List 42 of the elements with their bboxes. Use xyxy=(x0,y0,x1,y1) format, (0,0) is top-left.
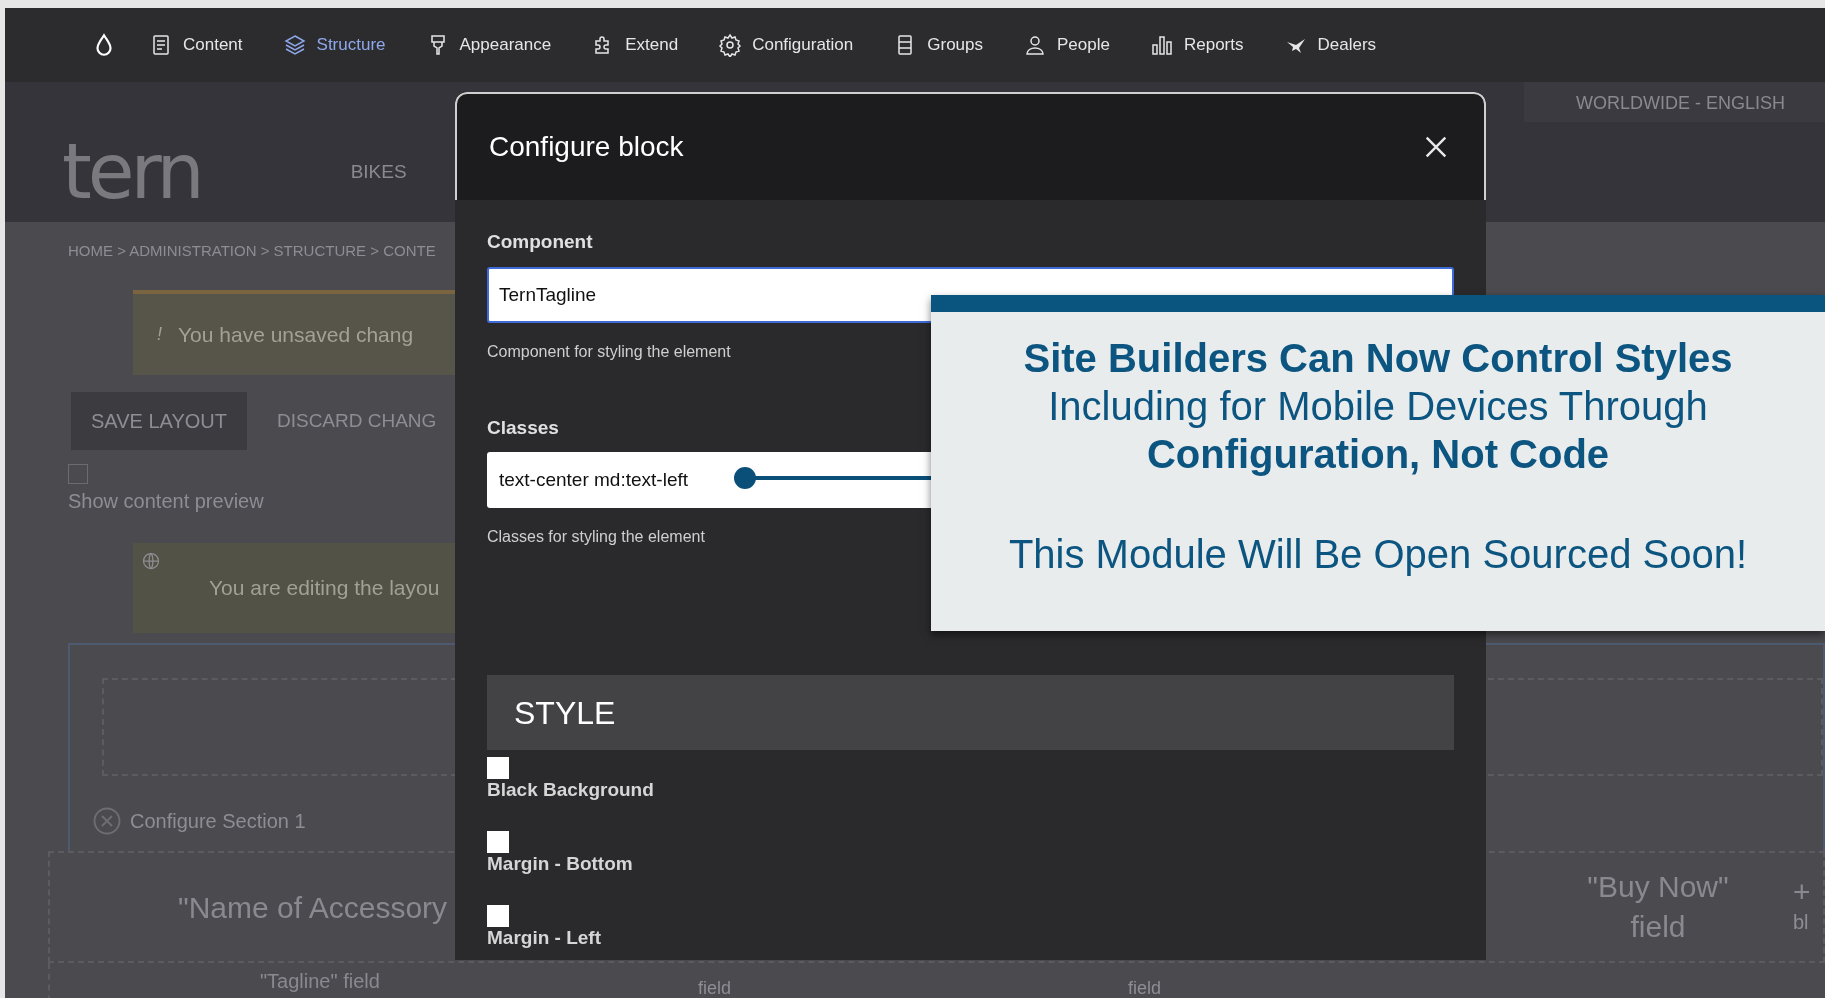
globe-icon xyxy=(141,551,161,571)
layers-icon xyxy=(282,33,307,57)
block-label: "Buy Now" field xyxy=(1586,869,1730,945)
checkbox-label[interactable]: Black Background xyxy=(487,779,654,801)
callout-heading-line: Configuration, Not Code xyxy=(1146,431,1610,478)
close-circle-icon[interactable] xyxy=(92,806,122,836)
bar-chart-icon xyxy=(1149,33,1174,57)
modal-title: Configure block xyxy=(489,130,684,164)
block-label: "Tagline" field xyxy=(260,969,380,993)
block-label: "Name of Accessory xyxy=(178,889,448,926)
breadcrumb: HOME > ADMINISTRATION > STRUCTURE > CONTE xyxy=(68,241,436,261)
toolbar-item[interactable]: People xyxy=(1003,32,1130,58)
checkbox[interactable] xyxy=(487,831,509,853)
toolbar-item[interactable]: Structure xyxy=(262,32,406,58)
help-text: Component for styling the element xyxy=(487,341,731,362)
callout-heading-line: Including for Mobile Devices Through xyxy=(1048,383,1708,430)
checkbox[interactable] xyxy=(68,464,88,484)
field-label: Component xyxy=(487,230,593,254)
block-label: field xyxy=(698,977,732,998)
block-label: field xyxy=(1128,977,1162,998)
checkbox[interactable] xyxy=(487,757,509,779)
input-field[interactable]: text-center md:text-left xyxy=(487,452,931,508)
checkbox[interactable] xyxy=(487,905,509,927)
toolbar-item[interactable]: Extend xyxy=(571,32,699,58)
message-text: You are editing the layou xyxy=(209,575,440,602)
field-label: Classes xyxy=(487,415,559,440)
toolbar-item[interactable]: Configuration xyxy=(698,32,874,58)
nav-link[interactable]: BIKES xyxy=(350,157,407,187)
section-heading: STYLE xyxy=(487,675,1454,750)
gear-icon xyxy=(718,33,743,57)
alert-icon: ! xyxy=(157,321,162,348)
toolbar-item[interactable]: Reports xyxy=(1129,32,1264,58)
toolbar-item[interactable]: Content xyxy=(129,32,263,58)
message-text: You have unsaved chang xyxy=(178,321,414,348)
toolbar-item[interactable]: Groups xyxy=(873,32,1004,58)
toolbar-item[interactable]: Dealers xyxy=(1263,32,1397,58)
toolbar-item[interactable]: Appearance xyxy=(405,32,572,58)
callout-heading-line: Site Builders Can Now Control Styles xyxy=(1023,335,1733,382)
callout-footer: This Module Will Be Open Sourced Soon! xyxy=(1008,524,1748,584)
checkbox-label[interactable]: Margin - Bottom xyxy=(487,853,633,875)
help-text: Classes for styling the element xyxy=(487,527,705,547)
checkbox-label[interactable]: Margin - Left xyxy=(487,927,601,949)
